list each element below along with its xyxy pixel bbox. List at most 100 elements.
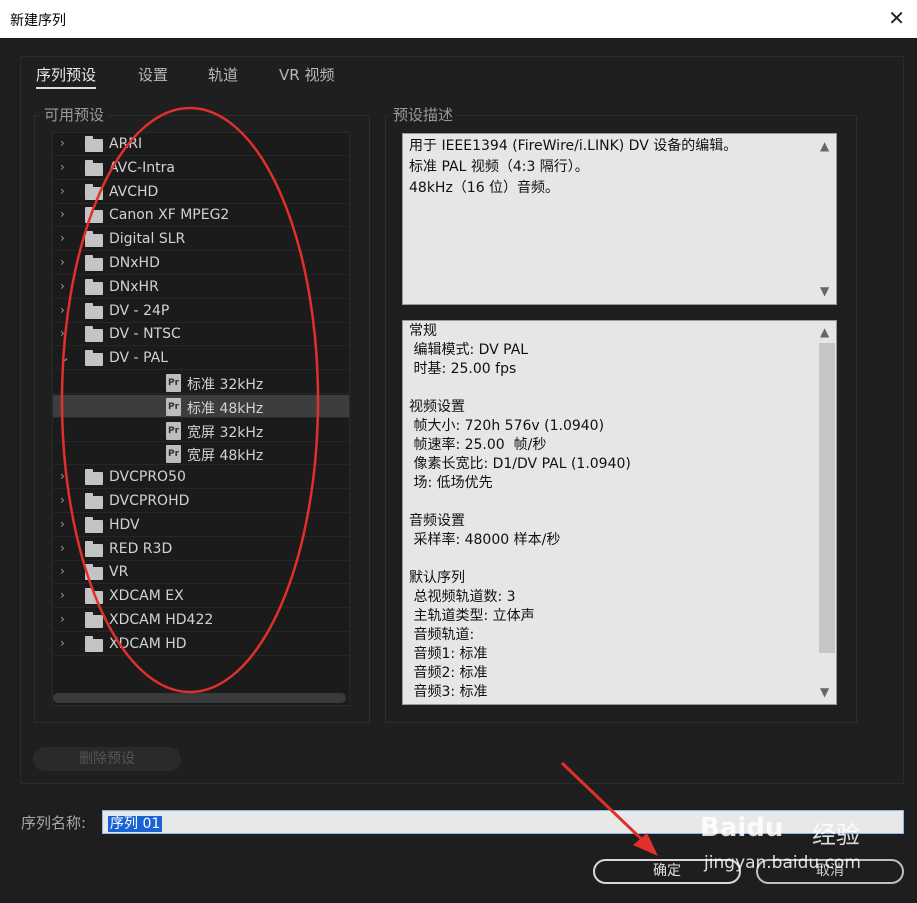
chevron-right-icon[interactable]: › [60, 207, 65, 221]
preset-folder-label: DNxHR [109, 278, 159, 295]
detail-line: 总视频轨道数: 3 [409, 589, 516, 605]
chevron-right-icon[interactable]: › [60, 517, 65, 531]
preset-folder[interactable]: › VR [53, 561, 349, 585]
preset-item-label: 标准 32kHz [187, 377, 264, 393]
chevron-right-icon[interactable]: › [60, 636, 65, 650]
chevron-right-icon[interactable]: › [60, 469, 65, 483]
preset-item[interactable]: Pr 标准 32kHz [53, 371, 349, 394]
premiere-preset-icon: Pr [166, 374, 181, 392]
tab-vr-video[interactable]: VR 视频 [279, 64, 334, 85]
detail-line [409, 379, 810, 398]
detail-line: 视频设置 [409, 399, 465, 415]
detail-line: 编辑模式: DV PAL [409, 342, 529, 358]
description-text: 用于 IEEE1394 (FireWire/i.LINK) DV 设备的编辑。 … [402, 133, 837, 305]
scroll-down-icon[interactable]: ▼ [820, 281, 829, 302]
premiere-preset-icon: Pr [166, 445, 181, 464]
details-scroll-thumb[interactable] [819, 343, 835, 653]
preset-folder[interactable]: › XDCAM EX [53, 585, 349, 609]
chevron-right-icon[interactable]: › [60, 564, 65, 578]
preset-folder[interactable]: ⌄ DV - PAL [53, 347, 349, 371]
preset-folder[interactable]: › AVC-Intra [53, 157, 349, 180]
folder-icon [85, 635, 103, 652]
chevron-right-icon[interactable]: › [60, 541, 65, 555]
chevron-right-icon[interactable]: › [60, 303, 65, 317]
folder-icon [85, 612, 103, 628]
watermark-cn: 经验 [812, 821, 860, 849]
preset-item[interactable]: Pr 宽屏 32kHz [53, 419, 349, 442]
preset-folder[interactable]: › DVCPRO50 [53, 466, 349, 490]
folder-icon [85, 326, 103, 343]
preset-item[interactable]: Pr 标准 48kHz [53, 394, 349, 418]
tab-settings[interactable]: 设置 [138, 64, 168, 85]
preset-tree: › ARRI › AVC-Intra › AVCHD › Canon XF MPEG2 › Dig… [52, 132, 350, 706]
preset-folder[interactable]: › Digital SLR [53, 228, 349, 252]
preset-folder-label: Digital SLR [109, 231, 186, 248]
preset-folder[interactable]: › DNxHR [53, 276, 349, 299]
chevron-right-icon[interactable]: › [60, 184, 65, 198]
chevron-right-icon[interactable]: › [60, 588, 65, 602]
preset-folder[interactable]: › Canon XF MPEG2 [53, 204, 349, 228]
chevron-right-icon[interactable]: › [60, 279, 65, 293]
preset-item[interactable]: Pr 宽屏 48kHz [53, 442, 349, 466]
chevron-right-icon[interactable]: › [60, 255, 65, 269]
sequence-name-label: 序列名称: [21, 814, 87, 832]
detail-line: 默认序列 [409, 570, 465, 586]
preset-item-label: 标准 48kHz [187, 400, 264, 417]
folder-icon [85, 159, 103, 176]
preset-folder[interactable]: › XDCAM HD [53, 633, 349, 656]
delete-preset-button[interactable]: 删除预设 [33, 747, 181, 771]
preset-folder-label: AVC-Intra [109, 159, 175, 176]
preset-item-label: 宽屏 48kHz [187, 448, 264, 465]
scroll-down-icon[interactable]: ▼ [820, 683, 829, 702]
chevron-right-icon[interactable]: › [60, 493, 65, 507]
chevron-right-icon[interactable]: › [60, 612, 65, 626]
preset-folder[interactable]: › DV - 24P [53, 300, 349, 323]
tree-horizontal-scrollbar[interactable] [53, 693, 346, 703]
chevron-right-icon[interactable]: › [60, 326, 65, 340]
close-icon[interactable]: ✕ [888, 6, 905, 30]
preset-folder[interactable]: › RED R3D [53, 538, 349, 561]
chevron-right-icon[interactable]: › [60, 160, 65, 174]
available-presets-label: 可用预设 [40, 104, 109, 125]
detail-line [409, 493, 810, 512]
folder-icon [85, 183, 103, 200]
preset-folder[interactable]: › AVCHD [53, 181, 349, 204]
description-line: 48kHz（16 位）音频。 [409, 180, 560, 196]
description-scrollbar[interactable]: ▲ ▼ [816, 134, 836, 304]
preset-folder-label: VR [109, 564, 129, 581]
folder-icon [85, 469, 103, 486]
preset-folder[interactable]: › DVCPROHD [53, 490, 349, 513]
preset-folder[interactable]: › XDCAM HD422 [53, 609, 349, 632]
preset-folder[interactable]: › DNxHD [53, 252, 349, 275]
sequence-name-value: 序列 01 [108, 816, 163, 832]
detail-line: 场: 低场优先 [409, 475, 493, 491]
preset-folder[interactable]: › DV - NTSC [53, 323, 349, 347]
annotation-arrowhead [633, 833, 658, 856]
scroll-up-icon[interactable]: ▲ [820, 136, 829, 157]
watermark-url: jingyan.baidu.com [704, 853, 861, 873]
preset-folder-label: XDCAM EX [109, 588, 184, 605]
preset-description-label: 预设描述 [389, 104, 458, 125]
preset-folder[interactable]: › HDV [53, 514, 349, 537]
folder-icon [85, 255, 103, 271]
preset-folder-label: RED R3D [109, 540, 173, 557]
preset-folder-label: DVCPRO50 [109, 469, 186, 486]
premiere-preset-icon: Pr [166, 397, 181, 416]
details-scrollbar[interactable]: ▲ ▼ [816, 321, 836, 704]
chevron-down-icon[interactable]: ⌄ [60, 350, 70, 364]
chevron-right-icon[interactable]: › [60, 231, 65, 245]
tab-sequence-presets[interactable]: 序列预设 [36, 64, 97, 89]
title-bar: 新建序列 ✕ [0, 0, 917, 38]
detail-line: 常规 [409, 323, 437, 339]
folder-icon [85, 540, 103, 557]
scroll-up-icon[interactable]: ▲ [820, 323, 829, 342]
preset-folder[interactable]: › ARRI [53, 133, 349, 156]
preset-folder-label: DNxHD [109, 255, 160, 271]
tab-tracks[interactable]: 轨道 [208, 64, 238, 85]
baidu-watermark: Baidu 经验 jingyan.baidu.com [700, 805, 900, 875]
preset-folder-label: DV - PAL [109, 350, 168, 367]
preset-folder-label: XDCAM HD422 [109, 612, 214, 628]
premiere-preset-icon: Pr [166, 421, 181, 440]
detail-line: 像素长宽比: D1/DV PAL (1.0940) [409, 456, 631, 472]
chevron-right-icon[interactable]: › [60, 136, 65, 150]
